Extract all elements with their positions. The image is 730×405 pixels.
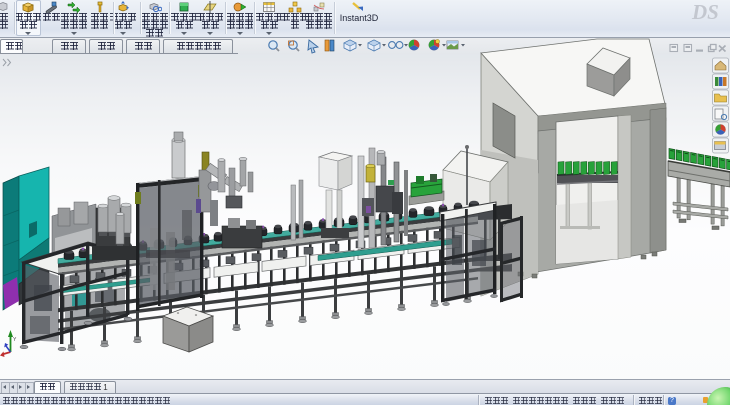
svg-text:DS: DS bbox=[691, 0, 719, 24]
svg-text:Y: Y bbox=[13, 337, 17, 343]
